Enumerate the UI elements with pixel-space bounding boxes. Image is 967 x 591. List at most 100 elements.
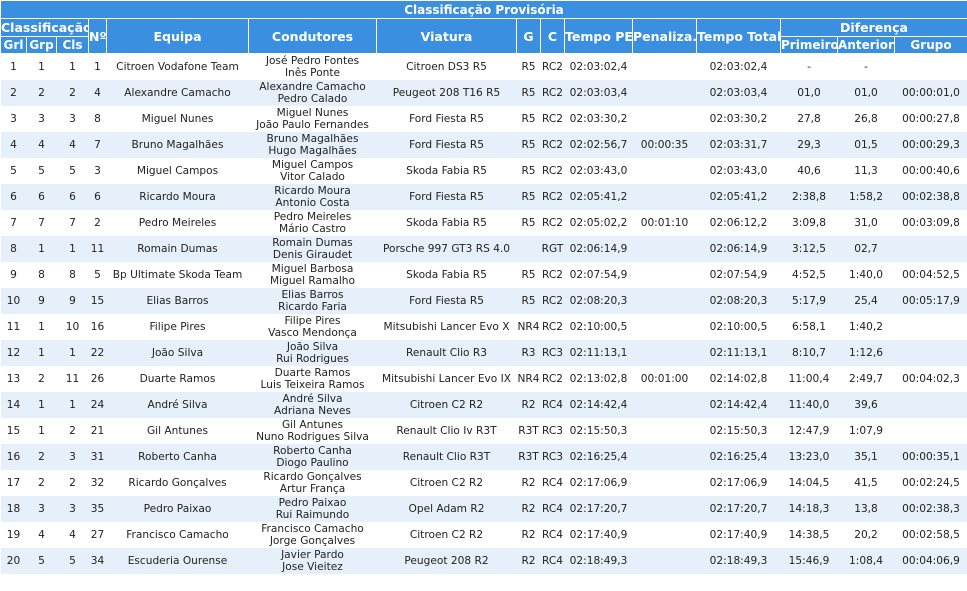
header-classificacao: Classificação — [0, 18, 89, 37]
cell-grp: 3 — [26, 496, 57, 522]
driver-name: Jorge Gonçalves — [269, 535, 356, 547]
cell-number: 2 — [88, 210, 107, 236]
cell-condutores: Francisco Camacho Jorge Gonçalves — [248, 522, 377, 548]
cell-viatura: Renault Clio R3 — [376, 340, 517, 366]
cell-equipa: Miguel Campos — [106, 158, 249, 184]
cell-c: RC3 — [540, 340, 565, 366]
cell-tempo-pe: 02:17:20,7 — [564, 496, 633, 522]
cell-tempo-pe: 02:03:02,4 — [564, 53, 633, 80]
table-row: 18 3 3 35 Pedro Paixao Pedro Paixao Rui Raimun… — [0, 496, 967, 522]
cell-tempo-total: 02:08:20,3 — [696, 288, 781, 314]
table-row: 12 1 1 22 João Silva João Silva Rui Rodrigues R… — [0, 340, 967, 366]
cell-viatura: Porsche 997 GT3 RS 4.0 — [376, 236, 517, 262]
cell-cls: 5 — [56, 548, 89, 574]
table-row: 14 1 1 24 André Silva André Silva Adriana Neve… — [0, 392, 967, 418]
cell-condutores: Miguel Campos Vitor Calado — [248, 158, 377, 184]
table-row: 20 5 5 34 Escuderia Ourense Javier Pardo Jose … — [0, 548, 967, 574]
cell-cls: 3 — [56, 106, 89, 132]
cell-diff-primeiro: - — [780, 53, 838, 80]
header-penalizacao: Penaliza. — [632, 18, 697, 54]
cell-number: 21 — [88, 418, 107, 444]
table-row: 7 7 7 2 Pedro Meireles Pedro Meireles Mário Ca… — [0, 210, 967, 236]
cell-diff-grupo: 00:04:02,3 — [894, 366, 967, 392]
cell-tempo-pe: 02:11:13,1 — [564, 340, 633, 366]
driver-name: Pedro Calado — [277, 93, 348, 105]
cell-c: RC2 — [540, 106, 565, 132]
cell-grp: 1 — [26, 418, 57, 444]
driver-name: Francisco Camacho — [261, 523, 364, 535]
cell-c: RC4 — [540, 522, 565, 548]
cell-penalizacao: 00:01:10 — [632, 210, 697, 236]
driver-name: Duarte Ramos — [274, 367, 351, 379]
cell-viatura: Citroen C2 R2 — [376, 392, 517, 418]
cell-cls: 3 — [56, 496, 89, 522]
driver-name: Alexandre Camacho — [259, 81, 366, 93]
driver-name: André Silva — [282, 393, 343, 405]
cell-diff-primeiro: 14:04,5 — [780, 470, 838, 496]
cell-condutores: José Pedro Fontes Inês Ponte — [248, 53, 377, 80]
cell-grp: 2 — [26, 80, 57, 106]
cell-viatura: Mitsubishi Lancer Evo IX — [376, 366, 517, 392]
cell-grp: 1 — [26, 236, 57, 262]
cell-tempo-total: 02:17:20,7 — [696, 496, 781, 522]
cell-viatura: Skoda Fabia R5 — [376, 210, 517, 236]
cell-grp: 9 — [26, 288, 57, 314]
cell-number: 4 — [88, 80, 107, 106]
cell-c: RC3 — [540, 418, 565, 444]
cell-grp: 3 — [26, 106, 57, 132]
cell-g: NR4 — [516, 366, 541, 392]
table-row: 11 1 10 16 Filipe Pires Filipe Pires Vasco Men… — [0, 314, 967, 340]
cell-number: 1 — [88, 53, 107, 80]
cell-condutores: Alexandre Camacho Pedro Calado — [248, 80, 377, 106]
cell-diff-anterior: 26,8 — [837, 106, 895, 132]
cell-c: RC2 — [540, 132, 565, 158]
cell-grl: 12 — [0, 340, 27, 366]
cell-diff-grupo: 00:00:35,1 — [894, 444, 967, 470]
cell-penalizacao — [632, 288, 697, 314]
cell-tempo-pe: 02:13:02,8 — [564, 366, 633, 392]
cell-equipa: Francisco Camacho — [106, 522, 249, 548]
cell-tempo-pe: 02:17:06,9 — [564, 470, 633, 496]
cell-equipa: Escuderia Ourense — [106, 548, 249, 574]
cell-diff-grupo — [894, 236, 967, 262]
cell-number: 32 — [88, 470, 107, 496]
cell-grl: 14 — [0, 392, 27, 418]
driver-name: Mário Castro — [279, 223, 346, 235]
driver-name: José Pedro Fontes — [265, 55, 360, 67]
header-grupo: Grupo — [893, 36, 967, 54]
cell-diff-grupo — [894, 418, 967, 444]
cell-diff-primeiro: 29,3 — [780, 132, 838, 158]
cell-viatura: Peugeot 208 T16 R5 — [376, 80, 517, 106]
results-body: 1 1 1 1 Citroen Vodafone Team José Pedro Font… — [0, 53, 967, 574]
cell-tempo-pe: 02:14:42,4 — [564, 392, 633, 418]
cell-g: R5 — [516, 106, 541, 132]
header-cls: Cls — [56, 36, 89, 54]
cell-c: RC2 — [540, 53, 565, 80]
cell-equipa: Bp Ultimate Skoda Team — [106, 262, 249, 288]
cell-grl: 9 — [0, 262, 27, 288]
cell-grp: 6 — [26, 184, 57, 210]
cell-cls: 11 — [56, 366, 89, 392]
cell-grp: 5 — [26, 548, 57, 574]
cell-penalizacao — [632, 53, 697, 80]
cell-g: R2 — [516, 470, 541, 496]
cell-grl: 16 — [0, 444, 27, 470]
cell-viatura: Skoda Fabia R5 — [376, 158, 517, 184]
cell-penalizacao — [632, 418, 697, 444]
header-tempo-pe: Tempo PE — [564, 18, 633, 54]
table-row: 17 2 2 32 Ricardo Gonçalves Ricardo Gonçalves… — [0, 470, 967, 496]
table-row: 1 1 1 1 Citroen Vodafone Team José Pedro Font… — [0, 53, 967, 80]
cell-c: RC2 — [540, 210, 565, 236]
table-row: 4 4 4 7 Bruno Magalhães Bruno Magalhães Hugo M… — [0, 132, 967, 158]
cell-tempo-total: 02:03:30,2 — [696, 106, 781, 132]
cell-equipa: Filipe Pires — [106, 314, 249, 340]
cell-diff-primeiro: 40,6 — [780, 158, 838, 184]
cell-condutores: João Silva Rui Rodrigues — [248, 340, 377, 366]
cell-condutores: Miguel Barbosa Miguel Ramalho — [248, 262, 377, 288]
cell-c: RC4 — [540, 496, 565, 522]
cell-diff-grupo: 00:02:58,5 — [894, 522, 967, 548]
cell-number: 6 — [88, 184, 107, 210]
cell-diff-anterior: 25,4 — [837, 288, 895, 314]
cell-diff-primeiro: 5:17,9 — [780, 288, 838, 314]
cell-tempo-pe: 02:15:50,3 — [564, 418, 633, 444]
